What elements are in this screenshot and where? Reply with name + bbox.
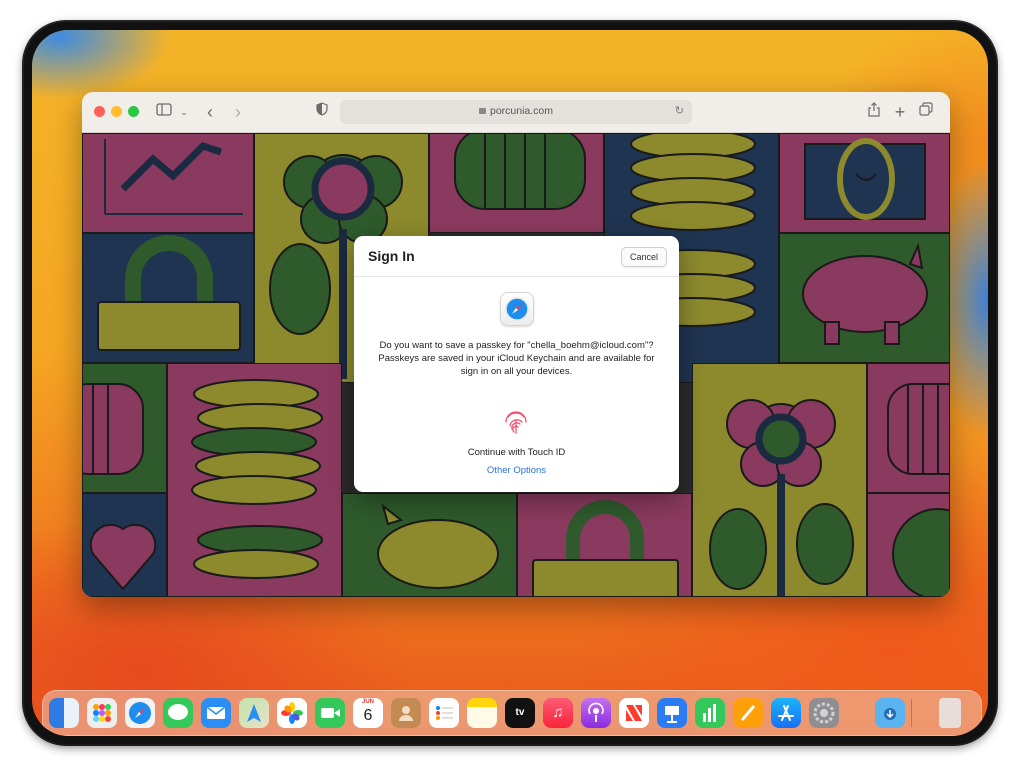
coins-tile [429, 133, 604, 233]
flower-tile [692, 363, 867, 597]
tab-overview-icon[interactable] [916, 102, 936, 122]
maps-icon[interactable] [239, 698, 269, 728]
dock-separator [911, 699, 912, 727]
reminders-icon[interactable] [429, 698, 459, 728]
contacts-icon[interactable] [391, 698, 421, 728]
new-tab-icon[interactable]: + [890, 102, 910, 122]
lock-icon [478, 108, 486, 114]
apple-tv-label: tv [515, 707, 525, 718]
browser-toolbar: ⌄ ‹ › porcunia.com ↻ + [82, 92, 950, 133]
dialog-title: Sign In [368, 248, 415, 264]
touch-id-icon[interactable] [500, 405, 532, 437]
photos-icon[interactable] [277, 698, 307, 728]
music-icon[interactable]: ♫ [543, 698, 573, 728]
back-icon[interactable]: ‹ [200, 102, 220, 122]
chart-tile [82, 133, 254, 233]
calendar-day: 6 [363, 707, 373, 724]
continue-with-touch-id[interactable]: Continue with Touch ID [354, 447, 679, 458]
forward-icon[interactable]: › [228, 102, 248, 122]
coin-tile [867, 493, 950, 597]
passkey-sign-in-dialog: Sign In Cancel Do you want to save a pas… [354, 236, 679, 492]
heart-tile [82, 493, 167, 597]
launchpad-icon[interactable] [87, 698, 117, 728]
dialog-divider [354, 276, 679, 277]
podcasts-icon[interactable] [581, 698, 611, 728]
device-frame: ⌄ ‹ › porcunia.com ↻ + Sign In Cancel Do… [24, 22, 996, 744]
close-window-button[interactable] [94, 106, 105, 117]
share-icon[interactable] [864, 102, 884, 122]
notes-icon[interactable] [467, 698, 497, 728]
finder-icon[interactable] [49, 698, 79, 728]
coin-pile-tile [167, 363, 342, 597]
chevron-down-icon[interactable]: ⌄ [174, 102, 194, 122]
downloads-folder-icon[interactable] [875, 698, 905, 728]
pages-icon[interactable] [733, 698, 763, 728]
minimize-window-button[interactable] [111, 106, 122, 117]
passkey-message: Do you want to save a passkey for "chell… [378, 340, 655, 377]
coins-tile [82, 363, 167, 493]
news-icon[interactable] [619, 698, 649, 728]
system-settings-icon[interactable] [809, 698, 839, 728]
piggy-bank-tile [342, 493, 517, 597]
desktop: ⌄ ‹ › porcunia.com ↻ + Sign In Cancel Do… [32, 30, 988, 736]
facetime-icon[interactable] [315, 698, 345, 728]
numbers-icon[interactable] [695, 698, 725, 728]
lock-tile [82, 233, 254, 363]
wallpaper-accent [32, 30, 172, 100]
mail-icon[interactable] [201, 698, 231, 728]
dock: JUN 6 tv ♫ [42, 690, 982, 736]
app-store-icon[interactable] [771, 698, 801, 728]
trash-icon[interactable] [939, 698, 961, 728]
coin-face-tile [779, 133, 950, 233]
cancel-button[interactable]: Cancel [620, 247, 667, 267]
lock-tile [517, 493, 692, 597]
keynote-icon[interactable] [657, 698, 687, 728]
web-page-illustration: Sign In Cancel Do you want to save a pas… [82, 133, 950, 597]
url-text: porcunia.com [489, 105, 554, 117]
calendar-icon[interactable]: JUN 6 [353, 698, 383, 728]
sidebar-icon[interactable] [154, 102, 174, 122]
piggy-bank-tile [779, 233, 950, 363]
coins-tile [867, 363, 950, 493]
address-url-row: porcunia.com [340, 105, 692, 117]
address-bar[interactable]: porcunia.com ↻ [340, 100, 692, 124]
reload-icon[interactable]: ↻ [675, 104, 684, 117]
other-options-link[interactable]: Other Options [354, 465, 679, 476]
safari-app-icon [500, 292, 534, 326]
safari-window: ⌄ ‹ › porcunia.com ↻ + Sign In Cancel Do… [82, 92, 950, 597]
privacy-shield-icon[interactable] [312, 102, 332, 122]
apple-tv-icon[interactable]: tv [505, 698, 535, 728]
zoom-window-button[interactable] [128, 106, 139, 117]
messages-icon[interactable] [163, 698, 193, 728]
safari-dock-icon[interactable] [125, 698, 155, 728]
